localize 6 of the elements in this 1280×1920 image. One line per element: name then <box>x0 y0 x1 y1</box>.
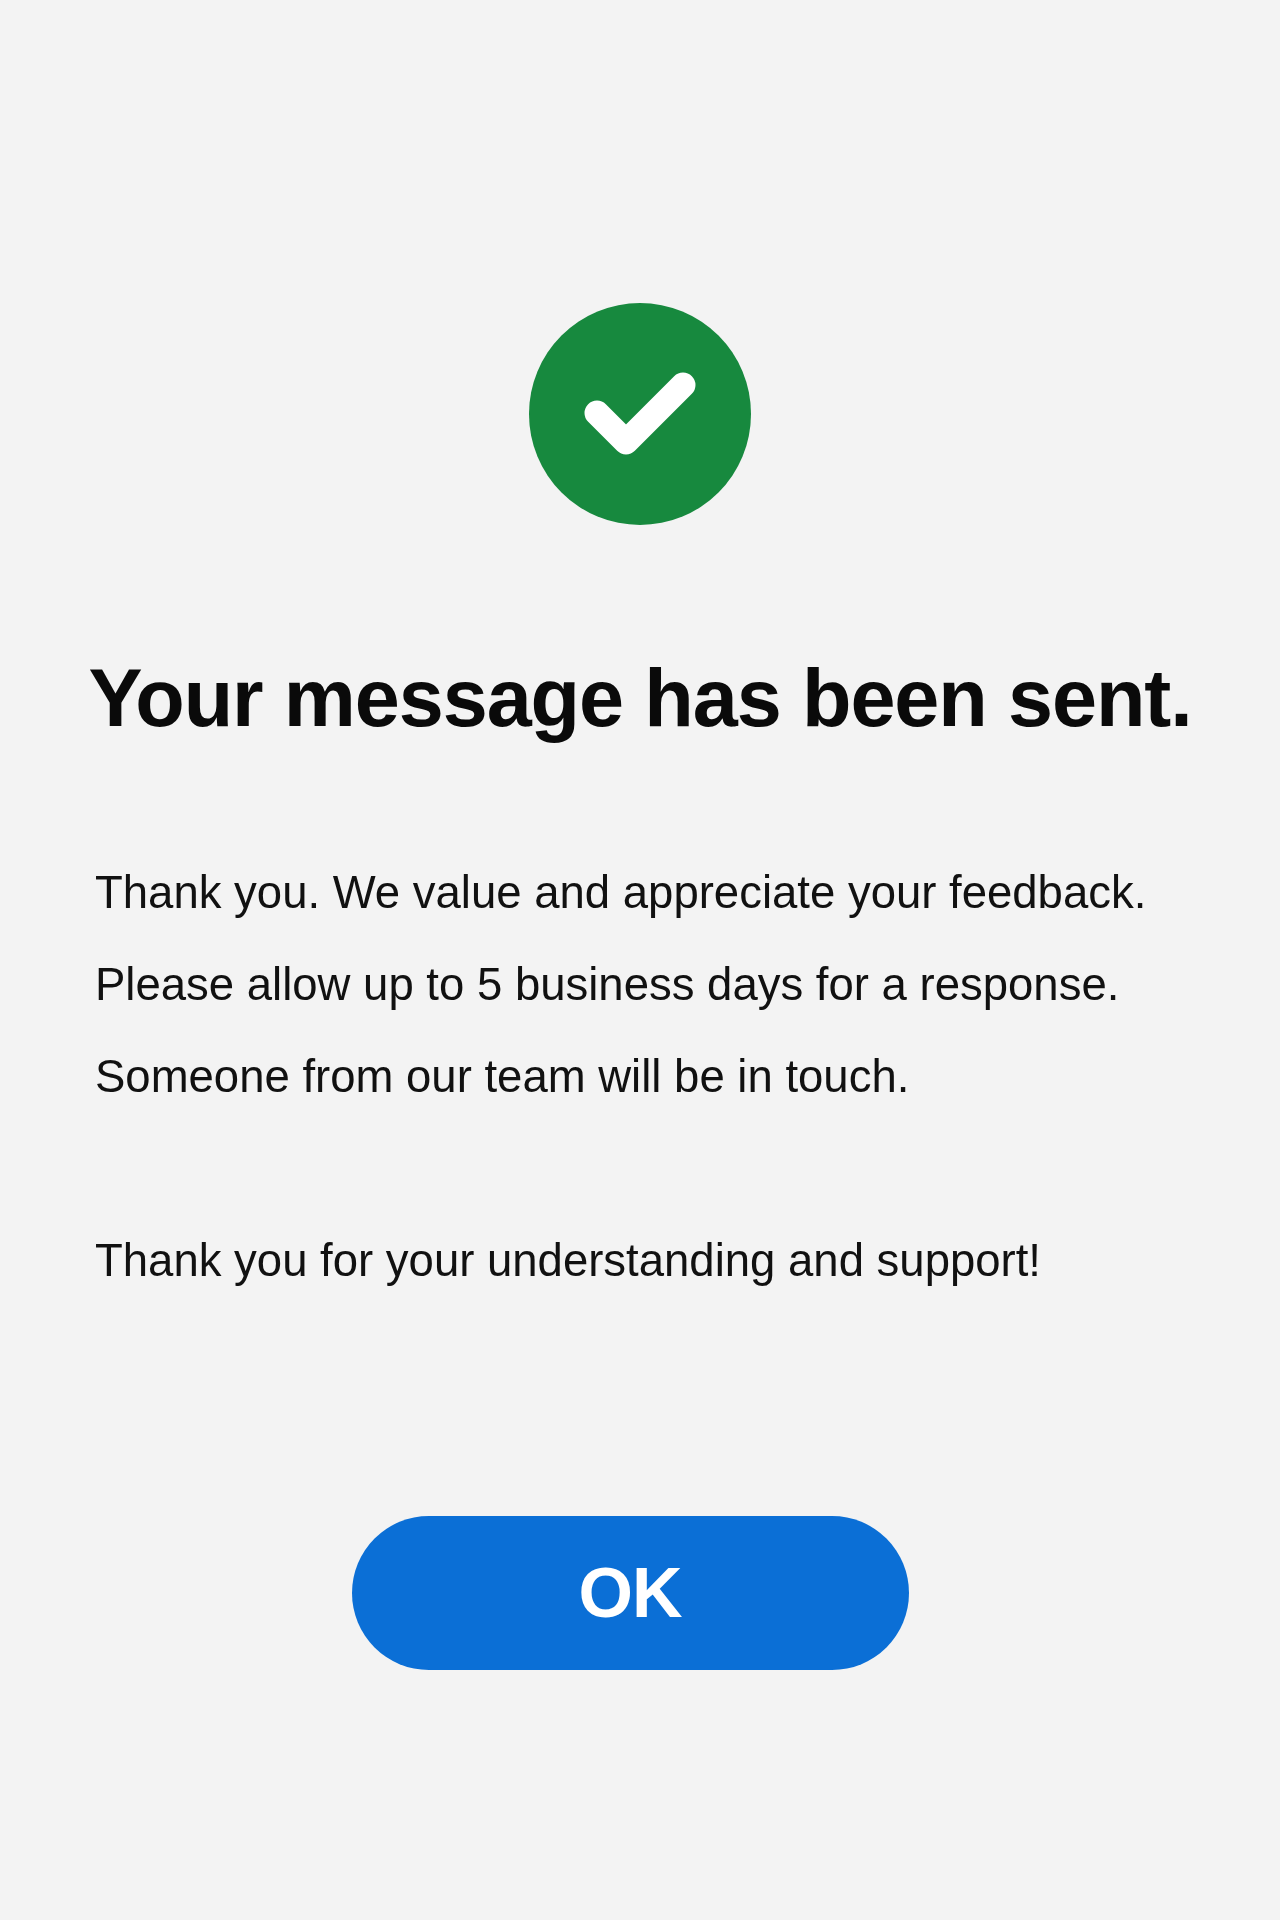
message-line: Someone from our team will be in touch. <box>95 1050 910 1104</box>
ok-button[interactable]: OK <box>351 1516 909 1670</box>
closing-text: Thank you for your understanding and support! <box>95 1234 1041 1288</box>
message-line: Thank you. We value and appreciate your feedback. <box>95 866 1147 920</box>
check-circle-icon <box>529 303 751 525</box>
message-line: Please allow up to 5 business days for a response. <box>95 958 1120 1012</box>
